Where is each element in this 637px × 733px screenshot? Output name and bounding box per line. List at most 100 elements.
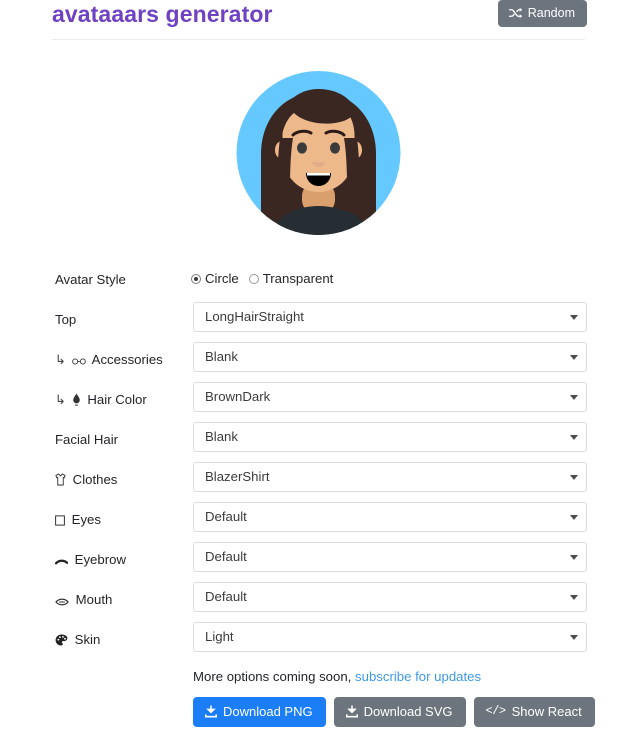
- eyebrow-icon: [54, 553, 69, 570]
- download-svg-button[interactable]: Download SVG: [333, 697, 466, 727]
- label-clothes: Clothes: [55, 471, 117, 490]
- row-clothes: Clothes BlazerShirt: [0, 462, 637, 502]
- chevron-down-icon: [570, 555, 578, 560]
- select-top[interactable]: LongHairStraight: [193, 302, 587, 332]
- chevron-down-icon: [570, 395, 578, 400]
- field-mouth: Default: [193, 582, 587, 612]
- avatar-preview-container: [0, 58, 637, 253]
- row-top: Top LongHairStraight: [0, 302, 637, 342]
- field-top: LongHairStraight: [193, 302, 587, 332]
- select-clothes-value: BlazerShirt: [205, 469, 270, 484]
- download-png-button[interactable]: Download PNG: [193, 697, 326, 727]
- tshirt-icon: [55, 473, 66, 490]
- row-facial-hair: Facial Hair Blank: [0, 422, 637, 462]
- field-hair-color: BrownDark: [193, 382, 587, 412]
- random-button-label: Random: [527, 6, 575, 20]
- label-accessories: ↳ Accessories: [55, 351, 163, 370]
- select-skin[interactable]: Light: [193, 622, 587, 652]
- header-divider: [52, 39, 585, 40]
- row-avatar-style: Avatar Style Circle Transparent: [0, 262, 637, 302]
- show-react-label: Show React: [511, 704, 582, 719]
- select-accessories[interactable]: Blank: [193, 342, 587, 372]
- select-eyebrow-value: Default: [205, 549, 247, 564]
- chevron-down-icon: [570, 595, 578, 600]
- row-eyebrow: Eyebrow Default: [0, 542, 637, 582]
- avatar-style-radio-group: Circle Transparent: [191, 270, 340, 288]
- chevron-down-icon: [570, 315, 578, 320]
- subscribe-link[interactable]: subscribe for updates: [355, 669, 481, 684]
- select-accessories-value: Blank: [205, 349, 238, 364]
- label-mouth-text: Mouth: [75, 592, 113, 607]
- label-clothes-text: Clothes: [72, 472, 118, 487]
- avataaars-generator-page: avataaars generator Random Avatar Style …: [0, 0, 637, 733]
- label-mouth: Mouth: [55, 591, 112, 610]
- label-eyes-text: Eyes: [71, 512, 101, 527]
- radio-transparent[interactable]: Transparent: [248, 270, 334, 288]
- glasses-icon: [71, 353, 86, 370]
- avatar-style-label: Avatar Style: [55, 272, 126, 287]
- select-eyes[interactable]: Default: [193, 502, 587, 532]
- chevron-down-icon: [570, 355, 578, 360]
- more-options-note: More options coming soon, subscribe for …: [193, 668, 481, 685]
- chevron-down-icon: [570, 515, 578, 520]
- row-hair-color: ↳ Hair Color BrownDark: [0, 382, 637, 422]
- label-eyebrow: Eyebrow: [54, 551, 126, 570]
- show-react-button[interactable]: </> Show React: [473, 697, 595, 727]
- shuffle-icon: [508, 7, 522, 19]
- field-skin: Light: [193, 622, 587, 652]
- label-facial-hair: Facial Hair: [55, 431, 118, 448]
- select-clothes[interactable]: BlazerShirt: [193, 462, 587, 492]
- select-eyebrow[interactable]: Default: [193, 542, 587, 572]
- radio-circle-dot[interactable]: [191, 274, 201, 284]
- label-facial-hair-text: Facial Hair: [55, 432, 119, 447]
- sub-option-arrow: ↳: [55, 392, 67, 407]
- more-options-note-text: More options coming soon,: [193, 669, 352, 684]
- select-mouth-value: Default: [205, 589, 247, 604]
- row-accessories: ↳ Accessories Blank: [0, 342, 637, 382]
- radio-transparent-dot[interactable]: [248, 274, 259, 284]
- select-hair-color-value: BrownDark: [205, 389, 271, 404]
- field-facial-hair: Blank: [193, 422, 587, 452]
- field-accessories: Blank: [193, 342, 587, 372]
- page-title: avataaars generator: [52, 1, 273, 27]
- mouth-icon: [55, 593, 69, 610]
- select-facial-hair-value: Blank: [205, 429, 238, 444]
- chevron-down-icon: [570, 435, 578, 440]
- label-top-text: Top: [55, 312, 77, 327]
- row-skin: Skin Light: [0, 622, 637, 662]
- download-icon: [205, 705, 217, 718]
- select-hair-color[interactable]: BrownDark: [193, 382, 587, 412]
- row-mouth: Mouth Default: [0, 582, 637, 622]
- select-top-value: LongHairStraight: [205, 309, 304, 324]
- chevron-down-icon: [570, 635, 578, 640]
- select-mouth[interactable]: Default: [193, 582, 587, 612]
- label-eyebrow-text: Eyebrow: [74, 552, 126, 567]
- field-eyes: Default: [193, 502, 587, 532]
- label-top: Top: [55, 311, 76, 328]
- select-skin-value: Light: [205, 629, 234, 644]
- radio-transparent-label: Transparent: [262, 271, 334, 286]
- sub-option-arrow: ↳: [55, 352, 67, 367]
- download-icon: [345, 705, 358, 718]
- label-skin-text: Skin: [74, 632, 101, 647]
- random-button[interactable]: Random: [497, 0, 587, 27]
- options-form: Avatar Style Circle Transparent Top Long…: [0, 262, 637, 662]
- download-png-label: Download PNG: [223, 704, 313, 719]
- avatar-image: [236, 71, 401, 235]
- radio-circle-label: Circle: [205, 271, 239, 286]
- hair-dye-icon: [72, 393, 81, 410]
- select-facial-hair[interactable]: Blank: [193, 422, 587, 452]
- field-clothes: BlazerShirt: [193, 462, 587, 492]
- radio-circle[interactable]: Circle: [191, 270, 239, 288]
- field-eyebrow: Default: [193, 542, 587, 572]
- select-eyes-value: Default: [205, 509, 247, 524]
- code-icon: </>: [485, 704, 507, 718]
- row-eyes: Eyes Default: [0, 502, 637, 542]
- palette-icon: [55, 633, 68, 650]
- label-hair-color-text: Hair Color: [87, 392, 147, 407]
- label-eyes: Eyes: [55, 511, 101, 530]
- label-skin: Skin: [55, 631, 100, 650]
- chevron-down-icon: [570, 475, 578, 480]
- label-hair-color: ↳ Hair Color: [55, 391, 147, 410]
- action-button-row: Download PNG Download SVG </> Show React: [193, 697, 595, 727]
